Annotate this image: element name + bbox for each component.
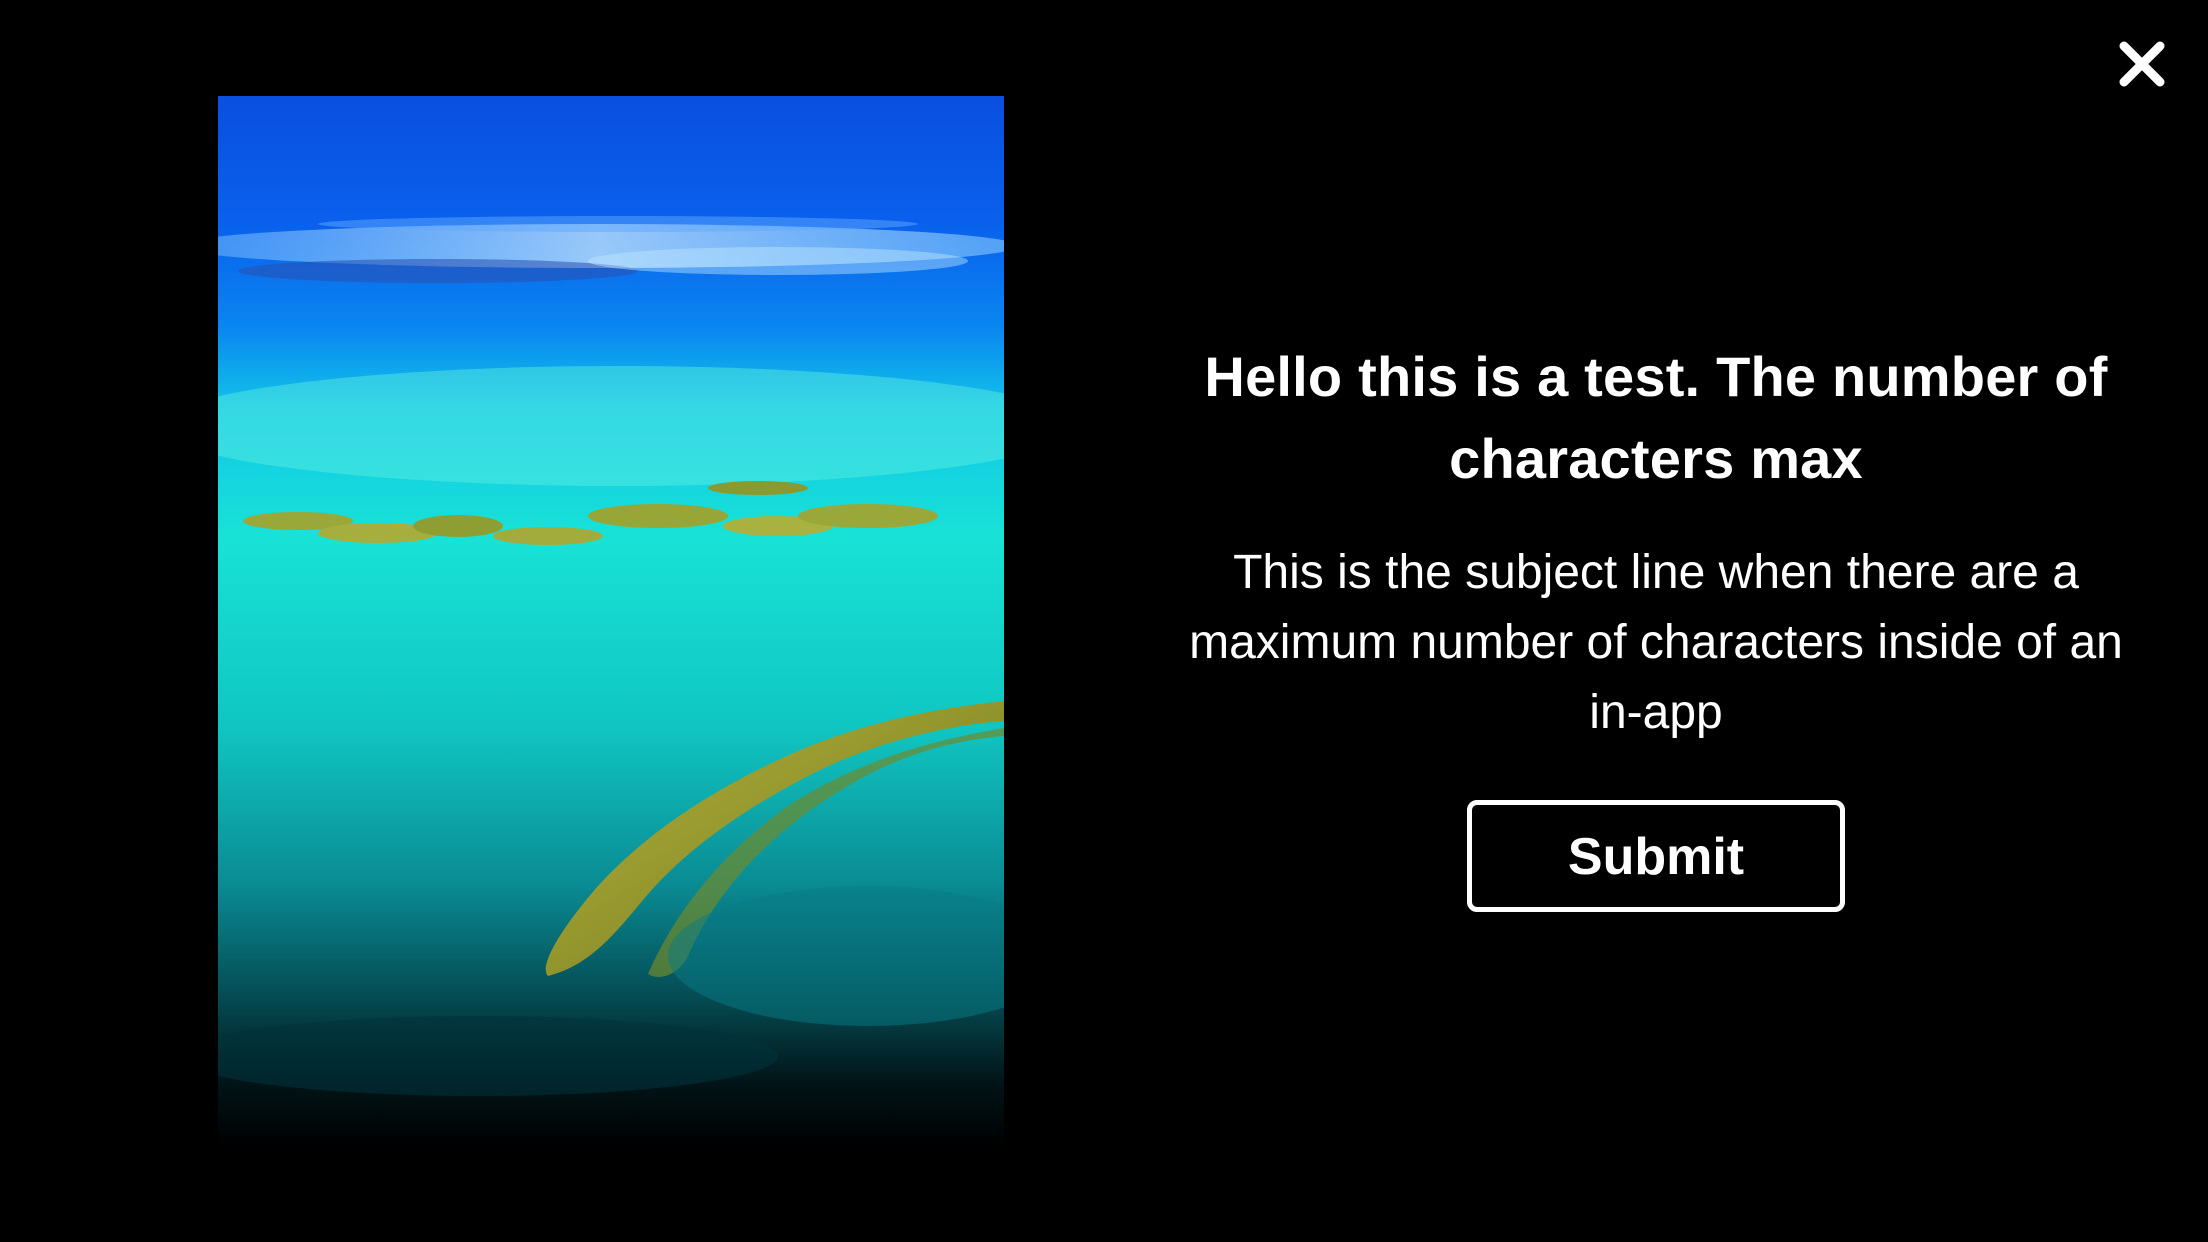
message-body: This is the subject line when there are … — [1189, 546, 2123, 739]
ocean-reef-aerial-image — [218, 96, 1004, 1146]
message-content: Hello this is a test. The number of char… — [1160, 336, 2152, 912]
close-icon — [2119, 41, 2165, 87]
close-button[interactable] — [2116, 38, 2168, 90]
hero-image — [218, 96, 1004, 1146]
submit-button[interactable]: Submit — [1467, 800, 1845, 912]
message-headline: Hello this is a test. The number of char… — [1204, 345, 2108, 490]
